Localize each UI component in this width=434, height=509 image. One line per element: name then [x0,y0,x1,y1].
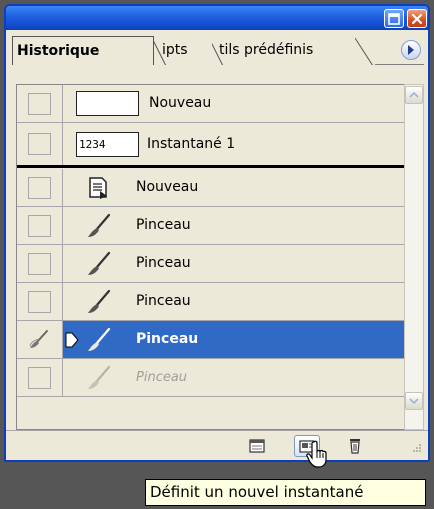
snapshot-divider [17,165,405,168]
history-source-checkbox[interactable] [28,215,51,237]
history-row[interactable]: Pinceau [17,283,405,321]
scroll-down-button[interactable] [405,392,423,410]
history-label: Pinceau [136,255,191,271]
tooltip: Définit un nouvel instantané [145,479,426,506]
history-row-undone[interactable]: Pinceau [17,359,405,397]
close-button[interactable] [407,9,427,28]
history-row-selected[interactable]: Pinceau [17,321,405,359]
source-cell [17,245,63,282]
history-label: Pinceau [136,370,188,385]
snapshot-label: Nouveau [149,95,212,111]
vertical-scrollbar[interactable] [404,84,424,430]
brush-icon [88,213,111,237]
history-panel: tils prédéfinis ipts Historique Nouveau … [4,4,430,462]
tab-outils-predefinis[interactable]: tils prédéfinis [209,36,375,65]
snapshot-thumbnail: 1234 [76,132,139,157]
brush-icon [88,365,111,389]
hand-cursor-icon [306,440,327,468]
history-source-checkbox[interactable] [28,253,51,275]
minimize-button[interactable] [384,9,404,28]
new-document-from-state-icon [249,439,265,453]
history-brush-source-icon [29,330,48,348]
history-source-checkbox[interactable] [28,367,51,389]
snapshot-row[interactable]: 1234 Instantané 1 [17,123,405,165]
resize-grip-icon[interactable] [410,443,422,455]
new-document-button[interactable] [244,435,270,457]
chevron-down-icon [409,398,419,404]
title-bar[interactable] [6,6,428,30]
history-row[interactable]: Pinceau [17,245,405,283]
history-row[interactable]: Pinceau [17,207,405,245]
snapshot-row[interactable]: Nouveau [17,85,405,123]
scroll-up-button[interactable] [405,86,423,104]
bottom-toolbar [6,430,428,460]
document-icon [89,177,107,199]
minimize-icon [388,12,400,25]
brush-icon [88,327,111,351]
brush-icon [88,289,111,313]
history-list: Nouveau 1234 Instantané 1 Nouveau Pincea… [16,84,405,430]
source-cell [17,359,63,396]
tab-bar: tils prédéfinis ipts Historique [12,34,424,65]
trash-icon [350,439,360,454]
tab-scripts[interactable]: ipts [152,36,212,65]
panel-menu-button[interactable] [401,40,421,60]
history-label: Pinceau [136,331,199,347]
delete-state-button[interactable] [342,435,368,457]
source-cell [17,283,63,320]
tab-edge [152,37,167,65]
source-cell [17,169,63,206]
tab-edge [355,37,373,65]
chevron-up-icon [409,92,419,98]
history-label: Pinceau [136,293,191,309]
source-cell [17,85,63,122]
source-cell [17,207,63,244]
close-icon [411,13,423,24]
tab-historique[interactable]: Historique [12,36,154,65]
current-state-marker-icon [65,332,79,348]
history-label: Pinceau [136,217,191,233]
brush-icon [88,251,111,275]
history-row[interactable]: Nouveau [17,169,405,207]
source-cell [17,123,63,165]
tab-edge [209,37,224,65]
history-label: Nouveau [136,179,199,195]
history-source-checkbox[interactable] [28,291,51,313]
history-source-checkbox[interactable] [28,133,51,155]
source-cell [17,321,63,358]
history-source-checkbox[interactable] [28,177,51,199]
history-source-checkbox[interactable] [28,93,51,115]
triangle-right-icon [408,45,414,55]
snapshot-label: Instantané 1 [147,136,236,152]
snapshot-thumbnail [76,91,139,116]
tab-label: Historique [17,43,100,59]
tab-label: tils prédéfinis [219,42,314,58]
